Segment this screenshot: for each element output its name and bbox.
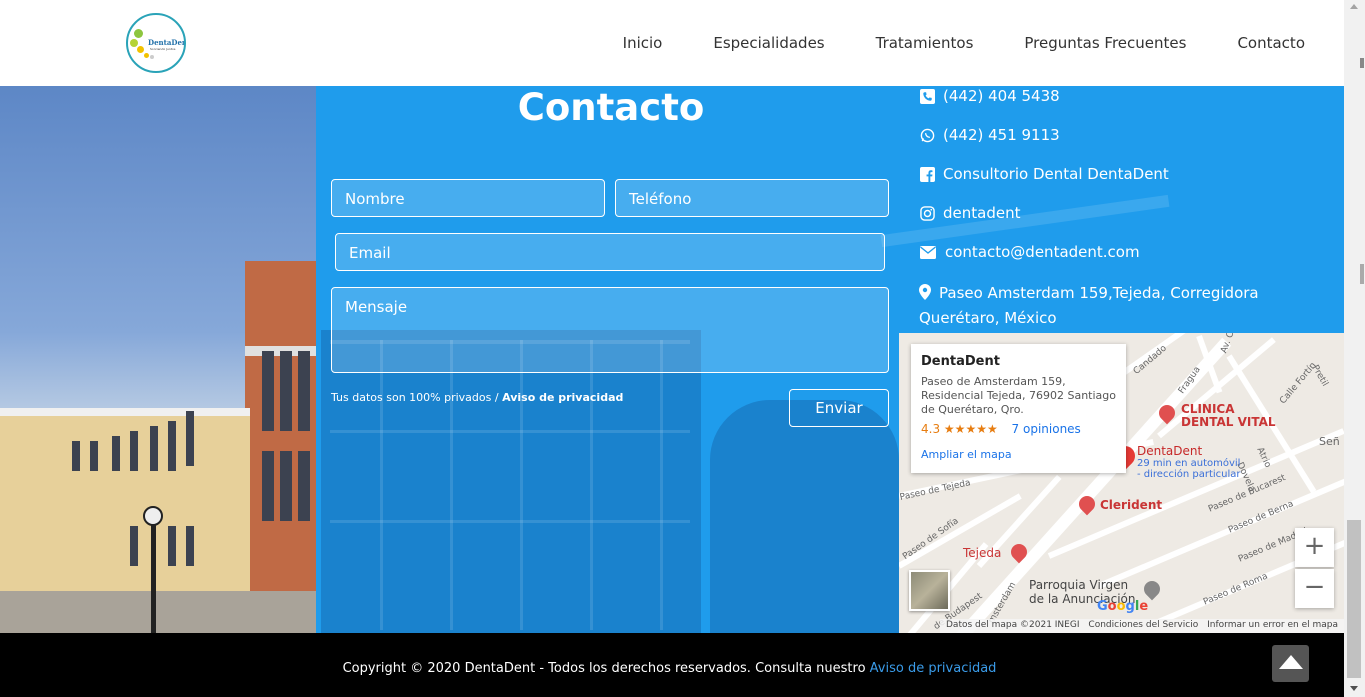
- send-button[interactable]: Enviar: [789, 389, 889, 427]
- street-seno: Señ: [1319, 435, 1340, 448]
- phone-icon: [919, 88, 935, 104]
- site-footer: Copyright © 2020 DentaDent - Todos los d…: [0, 633, 1344, 697]
- map-marker-icon: [919, 284, 933, 307]
- enlarge-map-link[interactable]: Ampliar el mapa: [921, 448, 1116, 461]
- drive-time: 29 min en automóvil: [1137, 458, 1241, 469]
- instagram-handle[interactable]: dentadent: [943, 204, 1020, 222]
- phone-field[interactable]: Teléfono: [615, 179, 889, 217]
- nav-inicio[interactable]: Inicio: [623, 34, 663, 52]
- privacy-link[interactable]: Aviso de privacidad: [502, 391, 623, 404]
- place-title: DentaDent: [921, 354, 1000, 369]
- privacy-text: Tus datos son 100% privados /: [331, 391, 503, 404]
- page-scrollbar[interactable]: [1344, 0, 1365, 697]
- copyright-text: Copyright © 2020 DentaDent - Todos los d…: [342, 661, 870, 676]
- whatsapp-number[interactable]: (442) 451 9113: [943, 126, 1060, 144]
- info-address: Paseo Amsterdam 159,Tejeda, Corregidora …: [919, 282, 1329, 330]
- scroll-down-arrow-icon[interactable]: [1350, 686, 1358, 691]
- message-field[interactable]: Mensaje: [331, 287, 889, 373]
- clinica-label[interactable]: CLINICA DENTAL VITAL: [1181, 403, 1276, 429]
- zoom-in-button[interactable]: +: [1295, 528, 1334, 567]
- instagram-icon: [919, 205, 935, 221]
- scroll-to-top-button[interactable]: [1272, 645, 1309, 682]
- place-rating: 4.3 ★★★★★ 7 opiniones: [921, 422, 1081, 436]
- info-phone: (442) 404 5438: [919, 87, 1060, 105]
- street-pretil: Pretil: [1309, 363, 1330, 389]
- nav-contacto[interactable]: Contacto: [1237, 34, 1305, 52]
- info-facebook: Consultorio Dental DentaDent: [919, 165, 1169, 183]
- envelope-icon: [919, 244, 936, 260]
- email-field[interactable]: Email: [335, 233, 885, 271]
- footer-privacy-link[interactable]: Aviso de privacidad: [870, 661, 997, 676]
- nav-especialidades[interactable]: Especialidades: [713, 34, 824, 52]
- reviews-link[interactable]: 7 opiniones: [1012, 422, 1081, 436]
- street-paseo-tejeda: Paseo de Tejeda: [899, 478, 972, 503]
- street-paseo-berna: Paseo de Berna: [1227, 499, 1296, 536]
- facebook-icon: [919, 166, 935, 182]
- info-email: contacto@dentadent.com: [919, 243, 1140, 261]
- map-attribution: Datos del mapa ©2021 INEGI Condiciones d…: [940, 619, 1344, 633]
- privacy-note: Tus datos son 100% privados / Aviso de p…: [331, 391, 623, 404]
- brand-name: DentaDent: [148, 38, 184, 47]
- street-paseo-roma: Paseo de Roma: [1202, 571, 1270, 608]
- name-field[interactable]: Nombre: [331, 179, 605, 217]
- map-data-credit: Datos del mapa ©2021 INEGI: [946, 620, 1080, 630]
- nav-tratamientos[interactable]: Tratamientos: [876, 34, 974, 52]
- rating-stars: ★★★★★: [943, 422, 998, 436]
- church-pin[interactable]: [1140, 577, 1164, 601]
- satellite-toggle[interactable]: [909, 570, 950, 611]
- street-av: Av. C: [1219, 333, 1237, 355]
- building-photo: [0, 86, 316, 633]
- map-report-link[interactable]: Informar un error en el mapa: [1207, 620, 1338, 632]
- email-address[interactable]: contacto@dentadent.com: [945, 243, 1140, 261]
- contact-title: Contacto: [517, 86, 705, 129]
- address-text: Paseo Amsterdam 159,Tejeda, Corregidora …: [919, 284, 1259, 327]
- google-logo: Google: [1097, 599, 1149, 614]
- phone-number[interactable]: (442) 404 5438: [943, 87, 1060, 105]
- scroll-up-arrow-icon[interactable]: [1350, 4, 1358, 9]
- facebook-page[interactable]: Consultorio Dental DentaDent: [943, 165, 1169, 183]
- main-nav: Inicio Especialidades Tratamientos Pregu…: [623, 34, 1305, 52]
- map-place-card: DentaDent Paseo de Amsterdam 159, Reside…: [911, 344, 1126, 473]
- site-header: DentaDent Sonriendo Juntos Inicio Especi…: [0, 0, 1344, 86]
- nav-preguntas-frecuentes[interactable]: Preguntas Frecuentes: [1024, 34, 1186, 52]
- clerident-label[interactable]: Clerident: [1100, 498, 1162, 512]
- street-paseo-sofia: Paseo de Sofía: [901, 516, 961, 563]
- tejeda-label[interactable]: Tejeda: [963, 546, 1001, 560]
- place-address: Paseo de Amsterdam 159, Residencial Teje…: [921, 375, 1116, 416]
- info-whatsapp: (442) 451 9113: [919, 126, 1060, 144]
- whatsapp-icon: [919, 127, 935, 143]
- drive-dest: - dirección particular: [1137, 469, 1241, 480]
- map-terms-link[interactable]: Condiciones del Servicio: [1088, 620, 1198, 632]
- brand-tagline: Sonriendo Juntos: [150, 47, 176, 51]
- zoom-out-button[interactable]: −: [1295, 569, 1334, 608]
- info-instagram: dentadent: [919, 204, 1020, 222]
- scrollbar-thumb[interactable]: [1347, 520, 1361, 678]
- copyright: Copyright © 2020 DentaDent - Todos los d…: [0, 661, 1339, 676]
- dentadent-map-label[interactable]: DentaDent: [1137, 444, 1202, 458]
- brand-logo[interactable]: DentaDent Sonriendo Juntos: [126, 13, 186, 73]
